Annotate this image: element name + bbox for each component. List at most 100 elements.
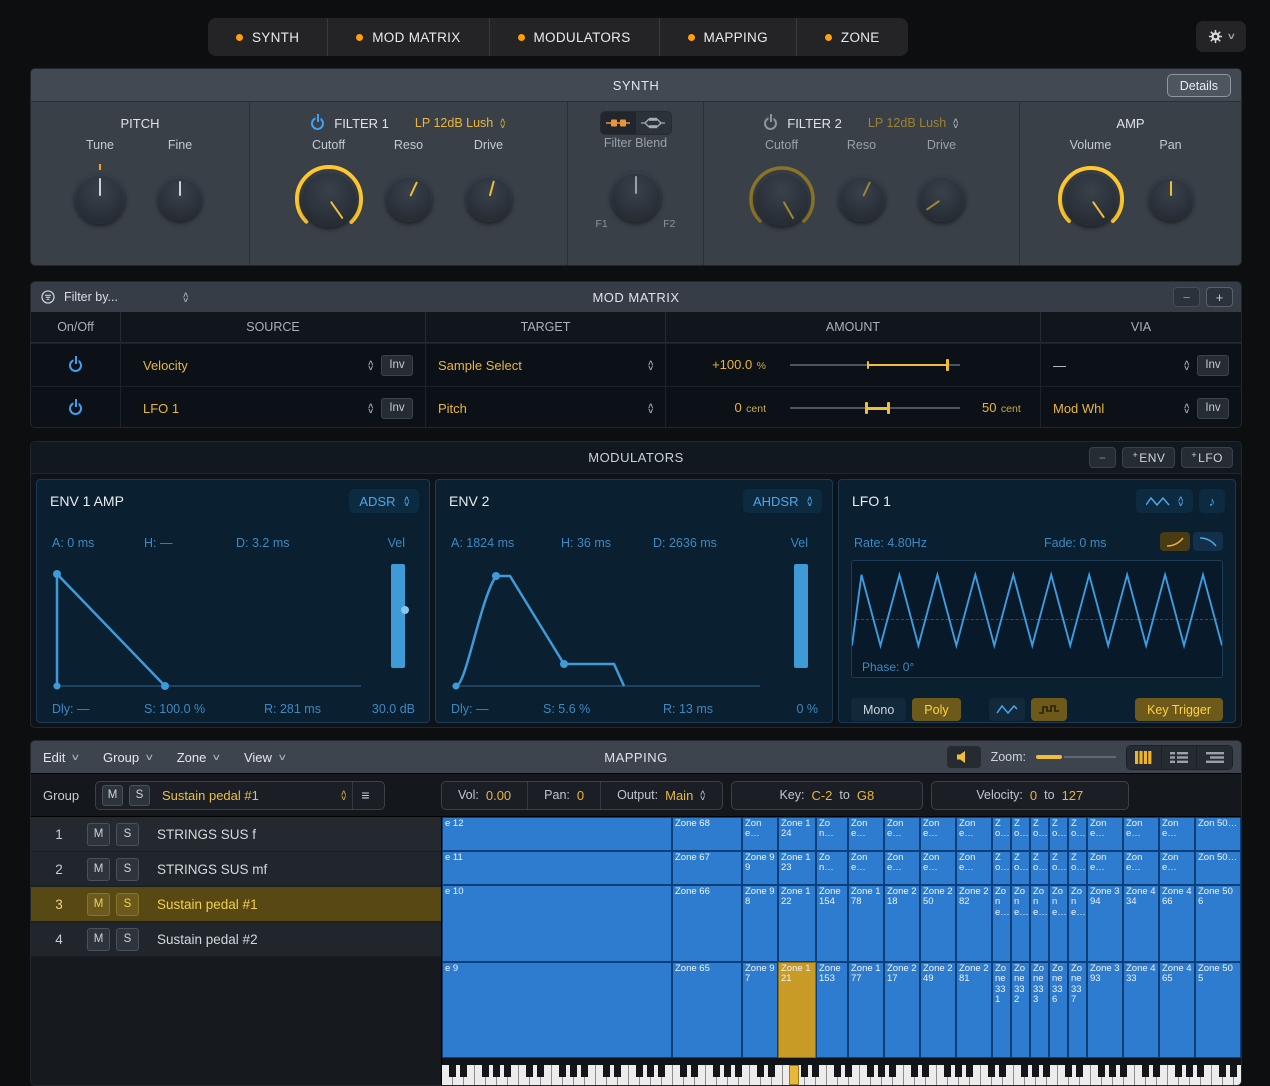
zone-cell[interactable]: e 11 xyxy=(442,851,672,885)
env1-release[interactable]: R: 281 ms xyxy=(264,702,374,716)
zone-cell[interactable]: Zo n… xyxy=(816,817,848,851)
filter1-drive-knob[interactable] xyxy=(466,176,512,222)
zone-cell[interactable]: Zone 466 xyxy=(1159,885,1195,962)
zone-cell[interactable]: Zone… xyxy=(1049,885,1068,962)
vol-value[interactable]: 0.00 xyxy=(486,788,511,803)
zone-cell[interactable]: Zone 282 xyxy=(956,885,992,962)
zone-cell[interactable]: Zo n… xyxy=(816,851,848,885)
env2-level[interactable]: 0 % xyxy=(796,702,818,716)
solo-button[interactable]: S xyxy=(116,823,139,846)
poly-button[interactable]: Poly xyxy=(912,698,960,721)
zone-cell[interactable]: Zone 65 xyxy=(672,962,742,1058)
zone-cell[interactable]: Zone 249 xyxy=(920,962,956,1058)
zone-cell[interactable]: Zone… xyxy=(956,851,992,885)
mute-button[interactable]: M xyxy=(87,928,110,951)
env1-mode-select[interactable]: ADSR∧∨ xyxy=(349,489,419,513)
zone-cell[interactable]: Zone… xyxy=(1087,851,1123,885)
zone-cell[interactable]: Zone… xyxy=(920,851,956,885)
tab-zone[interactable]: ZONE xyxy=(797,18,908,56)
env2-curve[interactable] xyxy=(446,560,766,692)
tab-mod-matrix[interactable]: MOD MATRIX xyxy=(328,18,489,56)
zone-cell[interactable]: Zone 433 xyxy=(1123,962,1159,1058)
lfo1-rate[interactable]: Rate: 4.80Hz xyxy=(854,536,1044,550)
zone-cell[interactable]: Zone… xyxy=(1123,851,1159,885)
zone-cell[interactable]: Zone 505 xyxy=(1195,962,1241,1058)
mute-button[interactable]: M xyxy=(87,823,110,846)
row2-source-invert-button[interactable]: Inv xyxy=(381,398,413,419)
zone-cell[interactable]: Zone… xyxy=(992,885,1011,962)
row2-amount-min[interactable]: 0 xyxy=(734,400,741,415)
sample-hold-button[interactable] xyxy=(1031,698,1067,721)
zone-cell[interactable]: Zone… xyxy=(1011,885,1030,962)
env1-sustain[interactable]: S: 100.0 % xyxy=(144,702,264,716)
key-low-value[interactable]: C-2 xyxy=(811,788,832,803)
tab-mapping[interactable]: MAPPING xyxy=(660,18,797,56)
zone-cell[interactable]: Z o… xyxy=(1068,851,1087,885)
zone-cell[interactable]: Zone 465 xyxy=(1159,962,1195,1058)
env2-attack[interactable]: A: 1824 ms xyxy=(451,536,561,550)
zone-cell[interactable]: Zone 178 xyxy=(848,885,884,962)
zone-cell[interactable]: Zone 177 xyxy=(848,962,884,1058)
velocity-low-value[interactable]: 0 xyxy=(1030,788,1037,803)
piano-keyboard[interactable] xyxy=(442,1065,1241,1085)
velocity-high-value[interactable]: 127 xyxy=(1062,788,1084,803)
mute-button[interactable]: M xyxy=(87,893,110,916)
env1-level[interactable]: 30.0 dB xyxy=(372,702,415,716)
key-trigger-button[interactable]: Key Trigger xyxy=(1135,698,1223,721)
row2-via-invert-button[interactable]: Inv xyxy=(1197,398,1229,419)
env2-mode-select[interactable]: AHDSR∧∨ xyxy=(743,489,822,513)
details-button[interactable]: Details xyxy=(1167,74,1231,97)
solo-button[interactable]: S xyxy=(116,858,139,881)
filter2-power-button[interactable] xyxy=(764,117,777,130)
zone-cell[interactable]: Zon 50… xyxy=(1195,851,1241,885)
zone-cell[interactable]: Zone… xyxy=(956,817,992,851)
env1-hold[interactable]: H: — xyxy=(144,536,236,550)
filter2-type-select[interactable]: LP 12dB Lush∧∨ xyxy=(868,116,959,130)
zone-cell[interactable]: Zone 66 xyxy=(672,885,742,962)
zone-cell[interactable]: Zone… xyxy=(742,817,778,851)
zone-cell[interactable]: Zone… xyxy=(848,817,884,851)
row1-via-invert-button[interactable]: Inv xyxy=(1197,355,1229,376)
zone-cell[interactable]: Zone 124 xyxy=(778,817,816,851)
zone-cell[interactable]: Zone 331 xyxy=(992,962,1011,1058)
zone-cell[interactable]: Zone 123 xyxy=(778,851,816,885)
zoom-slider[interactable] xyxy=(1036,751,1116,763)
zone-cell[interactable]: Zone… xyxy=(1159,851,1195,885)
env2-hold[interactable]: H: 36 ms xyxy=(561,536,653,550)
filter1-cutoff-knob[interactable] xyxy=(301,171,357,227)
zone-cell[interactable]: e 10 xyxy=(442,885,672,962)
zone-cell[interactable]: Zone… xyxy=(848,851,884,885)
lfo-shape-button[interactable] xyxy=(989,698,1025,721)
zone-cell[interactable]: Zone… xyxy=(1159,817,1195,851)
series-routing-button[interactable] xyxy=(601,112,636,134)
zone-cell[interactable]: Zone… xyxy=(920,817,956,851)
zone-cell[interactable]: Zone 394 xyxy=(1087,885,1123,962)
zone-menu[interactable]: Zone∨ xyxy=(177,750,220,765)
remove-modulator-button[interactable]: − xyxy=(1089,447,1117,468)
row1-amount-value[interactable]: +100.0 xyxy=(712,357,752,372)
tempo-sync-button[interactable]: ♪ xyxy=(1199,489,1225,513)
zone-cell[interactable]: Zone… xyxy=(884,851,920,885)
solo-button[interactable]: S xyxy=(116,893,139,916)
zone-cell[interactable]: Z o… xyxy=(1011,817,1030,851)
zone-cell[interactable]: Z o… xyxy=(1011,851,1030,885)
filter2-drive-knob[interactable] xyxy=(919,176,965,222)
env1-curve[interactable] xyxy=(47,560,367,692)
filter1-reso-knob[interactable] xyxy=(386,176,432,222)
zone-cell[interactable]: Zone 393 xyxy=(1087,962,1123,1058)
mute-button[interactable]: M xyxy=(87,858,110,881)
zone-cell[interactable]: Zone 506 xyxy=(1195,885,1241,962)
pan-value[interactable]: 0 xyxy=(577,788,584,803)
settings-menu-button[interactable]: ∨ xyxy=(1196,21,1246,52)
add-lfo-button[interactable]: +LFO xyxy=(1181,447,1233,468)
zone-cell[interactable]: Zone 434 xyxy=(1123,885,1159,962)
zone-cell[interactable]: Zone… xyxy=(884,817,920,851)
zone-cell[interactable]: e 12 xyxy=(442,817,672,851)
row1-amount-slider[interactable] xyxy=(790,358,960,372)
remove-modulation-button[interactable]: − xyxy=(1173,287,1200,307)
zone-cell[interactable]: Zone 281 xyxy=(956,962,992,1058)
env2-delay[interactable]: Dly: — xyxy=(451,702,543,716)
env2-release[interactable]: R: 13 ms xyxy=(663,702,773,716)
zone-cell[interactable]: e 9 xyxy=(442,962,672,1058)
zone-cell[interactable]: Z o… xyxy=(1030,851,1049,885)
